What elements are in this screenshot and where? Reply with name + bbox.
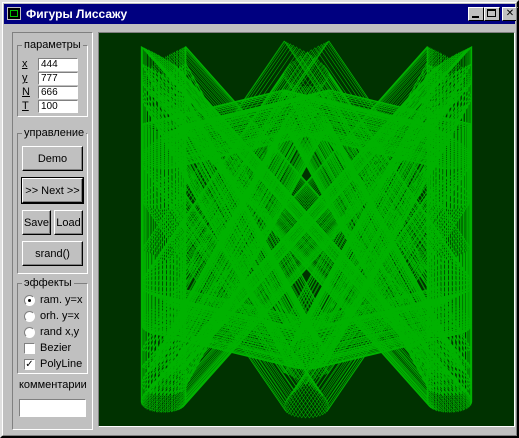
effect-orh-label: orh. y=x: [40, 310, 80, 322]
param-y-input[interactable]: [38, 72, 78, 85]
comment-input[interactable]: [19, 399, 86, 417]
maximize-button[interactable]: [484, 7, 500, 21]
param-t-row: T: [22, 100, 88, 114]
window-title: Фигуры Лиссажу: [26, 7, 128, 21]
params-group-label: параметры: [22, 39, 83, 51]
effects-group-label: эффекты: [22, 277, 74, 289]
effect-polyline-checkbox[interactable]: ✓: [24, 359, 35, 370]
effect-rand-option[interactable]: rand x,y: [24, 326, 90, 340]
next-button-label: >> Next >>: [25, 184, 80, 197]
effects-group: эффекты ram. y=x orh. y=x rand x,y Bezie…: [17, 277, 90, 374]
app-window: Фигуры Лиссажу ✕ параметры x y N T: [0, 0, 519, 438]
srand-button[interactable]: srand(): [22, 241, 83, 266]
load-button-label: Load: [56, 216, 81, 229]
param-x-input[interactable]: [38, 58, 78, 71]
effect-rand-radio[interactable]: [24, 327, 35, 338]
effect-orh-radio[interactable]: [24, 311, 35, 322]
next-button[interactable]: >> Next >>: [21, 177, 84, 204]
save-button[interactable]: Save: [22, 210, 51, 235]
effect-bezier-checkbox[interactable]: [24, 343, 35, 354]
comment-label: комментарии: [19, 379, 87, 391]
param-t-input[interactable]: [38, 100, 78, 113]
param-x-row: x: [22, 58, 88, 72]
figure-polyline: [140, 40, 473, 419]
close-button[interactable]: ✕: [502, 7, 518, 21]
control-group: управление Demo >> Next >> Save Load sra…: [17, 127, 88, 274]
effect-ram-label: ram. y=x: [40, 294, 83, 306]
param-n-input[interactable]: [38, 86, 78, 99]
control-group-label: управление: [22, 127, 87, 139]
load-button[interactable]: Load: [54, 210, 83, 235]
title-bar[interactable]: Фигуры Лиссажу ✕: [4, 4, 518, 24]
demo-button-label: Demo: [37, 152, 68, 165]
effect-ram-radio[interactable]: [24, 295, 35, 306]
effect-bezier-label: Bezier: [40, 342, 72, 354]
close-icon: ✕: [505, 8, 515, 19]
lissajous-figure: [140, 40, 473, 419]
minimize-icon: [472, 16, 479, 18]
effect-polyline-option[interactable]: ✓ PolyLine: [24, 358, 90, 372]
param-y-label: y: [22, 72, 28, 84]
param-t-label: T: [22, 100, 29, 112]
demo-button[interactable]: Demo: [22, 146, 83, 171]
maximize-icon: [487, 9, 496, 17]
effect-rand-label: rand x,y: [40, 326, 80, 338]
param-y-row: y: [22, 72, 88, 86]
effect-bezier-option[interactable]: Bezier: [24, 342, 90, 356]
param-n-row: N: [22, 86, 88, 100]
app-icon[interactable]: [7, 7, 21, 20]
lissajous-canvas[interactable]: [98, 32, 515, 427]
param-x-label: x: [22, 58, 28, 70]
srand-button-label: srand(): [35, 247, 70, 260]
save-button-label: Save: [23, 216, 50, 229]
effect-ram-option[interactable]: ram. y=x: [24, 294, 90, 308]
minimize-button[interactable]: [468, 7, 484, 21]
effect-orh-option[interactable]: orh. y=x: [24, 310, 90, 324]
control-panel: параметры x y N T управление Demo: [12, 32, 93, 430]
effect-polyline-label: PolyLine: [40, 358, 83, 370]
param-n-label: N: [22, 86, 30, 98]
params-group: параметры x y N T: [17, 39, 88, 117]
